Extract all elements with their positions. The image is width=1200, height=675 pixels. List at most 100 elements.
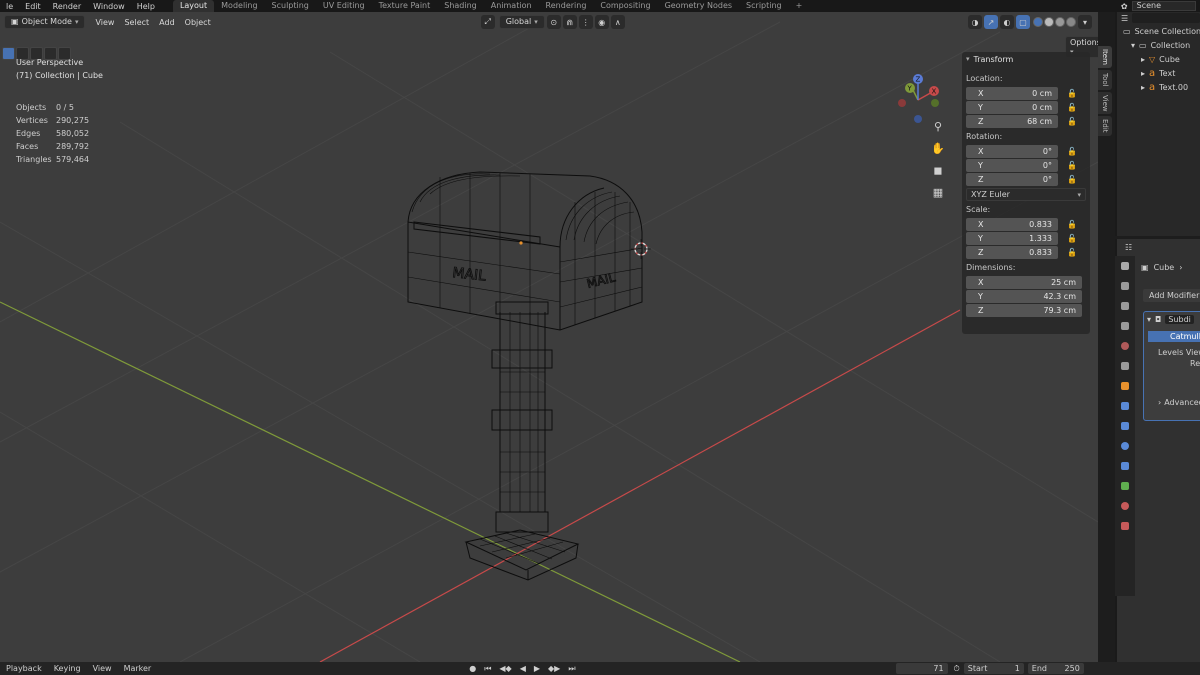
texture-tab-icon[interactable] [1115, 516, 1135, 536]
lock-icon[interactable]: 🔓 [1066, 103, 1078, 112]
lock-icon[interactable]: 🔓 [1066, 89, 1078, 98]
snap-target-icon[interactable]: ⋮ [578, 15, 593, 29]
wireframe-shading-icon[interactable] [1033, 17, 1043, 27]
rotation-x-field[interactable]: X 0° [966, 144, 1058, 158]
tab-shading[interactable]: Shading [437, 0, 484, 12]
menu-edit[interactable]: Edit [19, 2, 47, 11]
lock-icon[interactable]: 🔓 [1066, 117, 1078, 126]
gizmo-toggle-icon[interactable]: ↗ [984, 15, 998, 29]
properties-editor-icon[interactable]: ☷ [1125, 243, 1132, 252]
data-tab-icon[interactable] [1115, 476, 1135, 496]
shading-options-icon[interactable]: ▾ [1078, 15, 1092, 29]
outliner-search-input[interactable] [1132, 13, 1200, 23]
menu-playback[interactable]: Playback [0, 664, 48, 673]
wrench-modifier-icon[interactable] [1115, 396, 1135, 416]
play-reverse-icon[interactable]: ◀ [520, 664, 526, 674]
lock-icon[interactable]: 🔓 [1066, 175, 1078, 184]
jump-start-icon[interactable]: ⏮ [484, 664, 491, 674]
tab-texture-paint[interactable]: Texture Paint [372, 0, 438, 12]
play-icon[interactable]: ▶ [534, 664, 540, 674]
zoom-icon[interactable]: ⚲ [928, 116, 948, 136]
rendered-shading-icon[interactable] [1066, 17, 1076, 27]
start-frame-field[interactable]: Start 1 [963, 663, 1024, 674]
tab-scripting[interactable]: Scripting [739, 0, 789, 12]
scale-x-field[interactable]: X 0.833 [966, 217, 1058, 231]
lock-icon[interactable]: 🔓 [1066, 147, 1078, 156]
prev-keyframe-icon[interactable]: ◀◆ [499, 664, 511, 674]
modifier-name-field[interactable]: Subdi [1165, 315, 1194, 324]
select-new-icon[interactable] [2, 47, 15, 60]
object-mode-dropdown[interactable]: ▣ Object Mode ▾ [4, 15, 86, 29]
tab-view[interactable]: View [1098, 91, 1112, 115]
tab-edit[interactable]: Edit [1098, 116, 1112, 136]
tab-geometry-nodes[interactable]: Geometry Nodes [658, 0, 739, 12]
pivot-point-icon[interactable]: ⊙ [546, 15, 561, 29]
tab-layout[interactable]: Layout [172, 0, 215, 12]
snap-icon[interactable]: ⋒ [562, 15, 577, 29]
tab-animation[interactable]: Animation [484, 0, 539, 12]
output-tab-icon[interactable] [1115, 296, 1135, 316]
outliner-row-collection[interactable]: ▾ ▭ Collection [1117, 38, 1200, 52]
outliner-row-cube[interactable]: ▸ ▽ Cube [1117, 52, 1200, 66]
menu-object[interactable]: Object [185, 18, 211, 27]
render-tab-icon[interactable] [1115, 276, 1135, 296]
tab-rendering[interactable]: Rendering [539, 0, 594, 12]
menu-render[interactable]: Render [47, 2, 87, 11]
lock-icon[interactable]: 🔓 [1066, 161, 1078, 170]
material-shading-icon[interactable] [1055, 17, 1065, 27]
tab-modeling[interactable]: Modeling [214, 0, 264, 12]
perspective-grid-icon[interactable]: ▦ [928, 182, 948, 202]
menu-help[interactable]: Help [131, 2, 161, 11]
location-y-field[interactable]: Y 0 cm [966, 100, 1058, 114]
dimensions-y-field[interactable]: Y 42.3 cm [966, 289, 1082, 303]
outliner-row-scene-collection[interactable]: ▭ Scene Collection [1117, 24, 1200, 38]
orientation-dropdown[interactable]: Global ▾ [498, 15, 545, 29]
menu-add[interactable]: Add [159, 18, 175, 27]
transform-orientation-icon[interactable]: ⤢ [480, 15, 495, 29]
rotation-mode-dropdown[interactable]: XYZ Euler ▾ [966, 188, 1086, 201]
menu-file[interactable]: le [0, 2, 19, 11]
visibility-icon[interactable]: ◑ [968, 15, 982, 29]
outliner-row-text-001[interactable]: ▸ a Text.00 [1117, 80, 1200, 94]
gizmo-neg-x-handle[interactable] [898, 99, 906, 107]
view-layer-tab-icon[interactable] [1115, 316, 1135, 336]
add-workspace-button[interactable]: + [789, 0, 810, 12]
overlays-icon[interactable]: ◐ [1000, 15, 1014, 29]
lock-icon[interactable]: 🔓 [1066, 248, 1078, 257]
scene-selector[interactable]: ✿ Scene [1121, 0, 1200, 12]
location-x-field[interactable]: X 0 cm [966, 86, 1058, 100]
rotation-y-field[interactable]: Y 0° [966, 158, 1058, 172]
tab-uv-editing[interactable]: UV Editing [316, 0, 372, 12]
catmull-clark-button[interactable]: Catmull [1148, 331, 1200, 342]
next-keyframe-icon[interactable]: ◆▶ [548, 664, 560, 674]
scene-name-field[interactable]: Scene [1131, 1, 1196, 11]
scale-z-field[interactable]: Z 0.833 [966, 245, 1058, 259]
dimensions-x-field[interactable]: X 25 cm [966, 275, 1082, 289]
tab-tool[interactable]: Tool [1098, 69, 1112, 90]
current-frame-field[interactable]: 71 [895, 663, 948, 674]
jump-end-icon[interactable]: ⏭ [568, 664, 575, 674]
outliner-row-text[interactable]: ▸ a Text [1117, 66, 1200, 80]
physics-tab-icon[interactable] [1115, 436, 1135, 456]
menu-window[interactable]: Window [87, 2, 131, 11]
menu-keying[interactable]: Keying [48, 664, 87, 673]
3d-viewport[interactable]: MAIL MAIL ▣ Object Mode ▾ View Select Ad… [0, 12, 1098, 662]
add-modifier-button[interactable]: Add Modifier [1143, 289, 1200, 302]
transform-panel-header[interactable]: ▾ Transform [962, 52, 1090, 66]
gizmo-neg-y-handle[interactable] [931, 99, 939, 107]
record-icon[interactable]: ● [469, 664, 476, 674]
tab-item[interactable]: Item [1098, 46, 1112, 68]
menu-view[interactable]: View [95, 18, 114, 27]
menu-marker[interactable]: Marker [118, 664, 158, 673]
menu-select[interactable]: Select [124, 18, 149, 27]
proportional-edit-icon[interactable]: ◉ [594, 15, 609, 29]
outliner-editor-icon[interactable]: ☰ [1121, 14, 1128, 23]
world-tab-icon[interactable] [1115, 356, 1135, 376]
particles-tab-icon[interactable] [1115, 416, 1135, 436]
scene-tab-icon[interactable] [1115, 336, 1135, 356]
tab-compositing[interactable]: Compositing [593, 0, 657, 12]
stopwatch-icon[interactable]: ⏱ [954, 664, 960, 674]
dimensions-z-field[interactable]: Z 79.3 cm [966, 303, 1082, 317]
material-tab-icon[interactable] [1115, 496, 1135, 516]
gizmo-neg-z-handle[interactable] [914, 115, 922, 123]
